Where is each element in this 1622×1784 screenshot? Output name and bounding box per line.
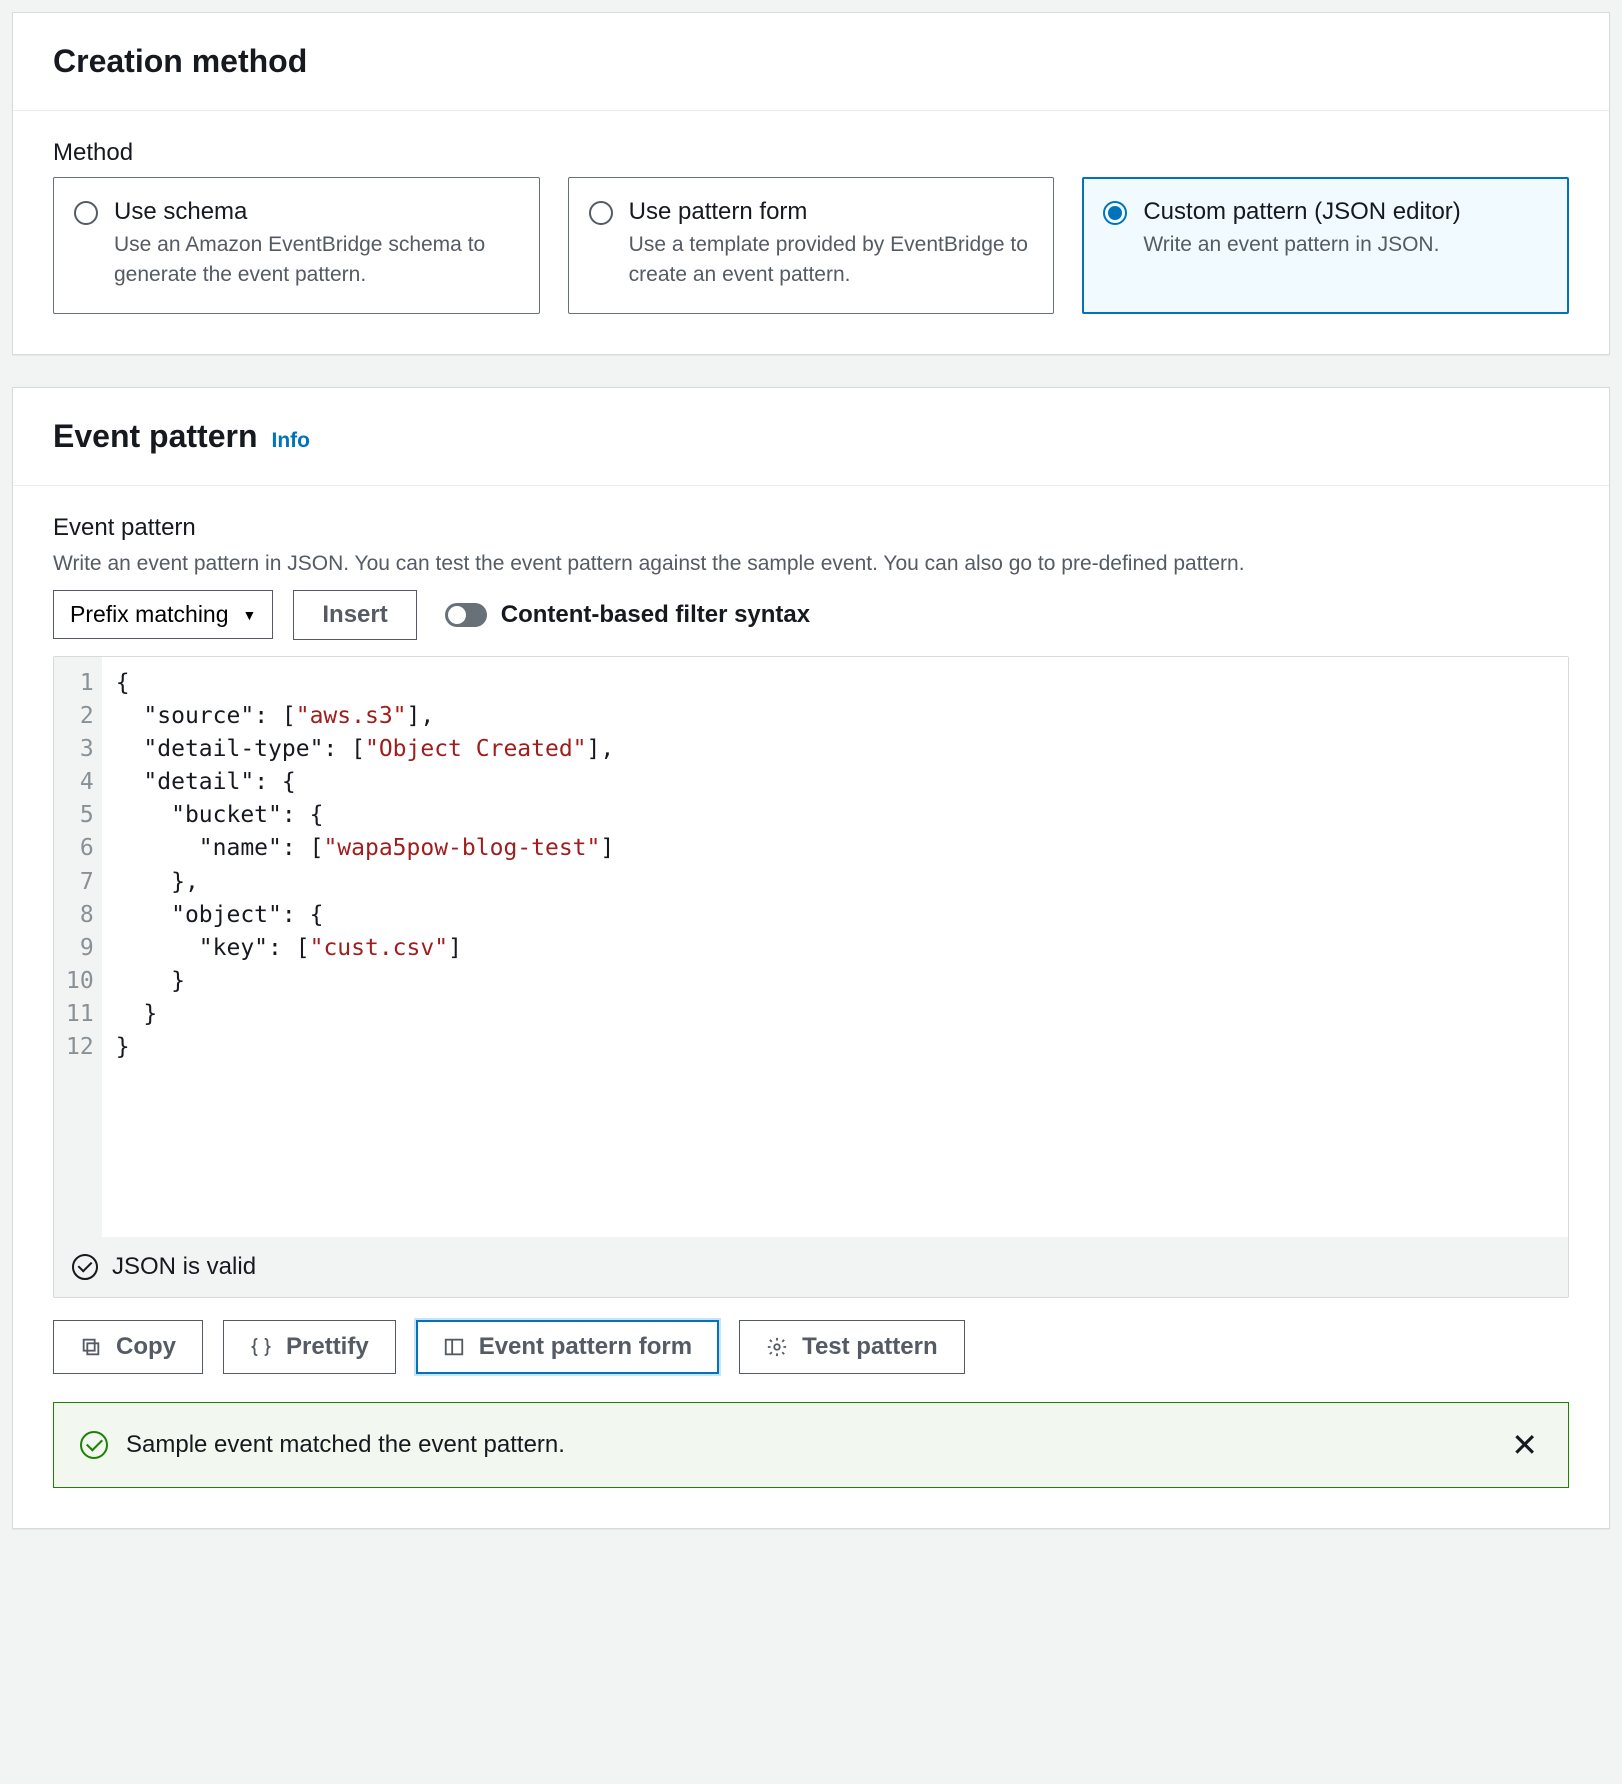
json-editor: 1 2 3 4 5 6 7 8 9 10 11 12 { "source": [… — [53, 656, 1569, 1298]
method-options: Use schema Use an Amazon EventBridge sch… — [53, 177, 1569, 314]
validation-bar: JSON is valid — [54, 1237, 1568, 1297]
radio-icon — [589, 201, 613, 225]
success-check-icon — [80, 1431, 108, 1459]
copy-label: Copy — [116, 1333, 176, 1361]
line-number-gutter: 1 2 3 4 5 6 7 8 9 10 11 12 — [54, 657, 102, 1237]
radio-icon — [74, 201, 98, 225]
success-alert: Sample event matched the event pattern. … — [53, 1402, 1569, 1488]
creation-method-panel: Creation method Method Use schema Use an… — [12, 12, 1610, 355]
braces-icon — [250, 1336, 272, 1358]
creation-method-title: Creation method — [53, 43, 307, 80]
gear-icon — [766, 1336, 788, 1358]
form-label: Event pattern form — [479, 1333, 692, 1361]
panel-icon — [443, 1336, 465, 1358]
method-option-desc: Use a template provided by EventBridge t… — [629, 230, 1032, 291]
event-pattern-body: Event pattern Write an event pattern in … — [13, 486, 1609, 1528]
prefix-matching-select[interactable]: Prefix matching ▼ — [53, 590, 273, 639]
creation-method-body: Method Use schema Use an Amazon EventBri… — [13, 111, 1609, 354]
event-pattern-panel: Event pattern Info Event pattern Write a… — [12, 387, 1610, 1529]
method-option-custom[interactable]: Custom pattern (JSON editor) Write an ev… — [1082, 177, 1569, 314]
copy-icon — [80, 1336, 102, 1358]
event-pattern-subtitle: Event pattern — [53, 514, 1569, 542]
event-pattern-header: Event pattern Info — [13, 388, 1609, 486]
prettify-label: Prettify — [286, 1333, 369, 1361]
method-option-title: Custom pattern (JSON editor) — [1143, 198, 1460, 226]
method-option-title: Use schema — [114, 198, 517, 226]
test-label: Test pattern — [802, 1333, 938, 1361]
prefix-matching-label: Prefix matching — [70, 601, 229, 628]
event-pattern-form-button[interactable]: Event pattern form — [416, 1320, 719, 1374]
code-content[interactable]: { "source": ["aws.s3"], "detail-type": [… — [102, 657, 1568, 1237]
editor-actions: Copy Prettify Event pattern form Test pa… — [53, 1320, 1569, 1374]
method-option-title: Use pattern form — [629, 198, 1032, 226]
insert-button[interactable]: Insert — [293, 590, 416, 640]
copy-button[interactable]: Copy — [53, 1320, 203, 1374]
event-pattern-title: Event pattern — [53, 418, 257, 455]
prettify-button[interactable]: Prettify — [223, 1320, 396, 1374]
method-label: Method — [53, 139, 1569, 167]
check-circle-icon — [72, 1254, 98, 1280]
toggle-icon — [445, 603, 487, 627]
caret-down-icon: ▼ — [243, 607, 257, 623]
radio-icon — [1103, 201, 1127, 225]
content-filter-toggle[interactable]: Content-based filter syntax — [445, 601, 810, 629]
validation-text: JSON is valid — [112, 1253, 256, 1281]
method-option-form[interactable]: Use pattern form Use a template provided… — [568, 177, 1055, 314]
method-option-desc: Write an event pattern in JSON. — [1143, 230, 1460, 260]
method-option-schema[interactable]: Use schema Use an Amazon EventBridge sch… — [53, 177, 540, 314]
close-icon[interactable]: ✕ — [1507, 1425, 1542, 1465]
toggle-label: Content-based filter syntax — [501, 601, 810, 629]
method-option-desc: Use an Amazon EventBridge schema to gene… — [114, 230, 517, 291]
editor-toolbar: Prefix matching ▼ Insert Content-based f… — [53, 590, 1569, 640]
test-pattern-button[interactable]: Test pattern — [739, 1320, 965, 1374]
creation-method-header: Creation method — [13, 13, 1609, 111]
event-pattern-hint: Write an event pattern in JSON. You can … — [53, 552, 1569, 576]
info-link[interactable]: Info — [271, 429, 309, 453]
alert-text: Sample event matched the event pattern. — [126, 1431, 1489, 1459]
